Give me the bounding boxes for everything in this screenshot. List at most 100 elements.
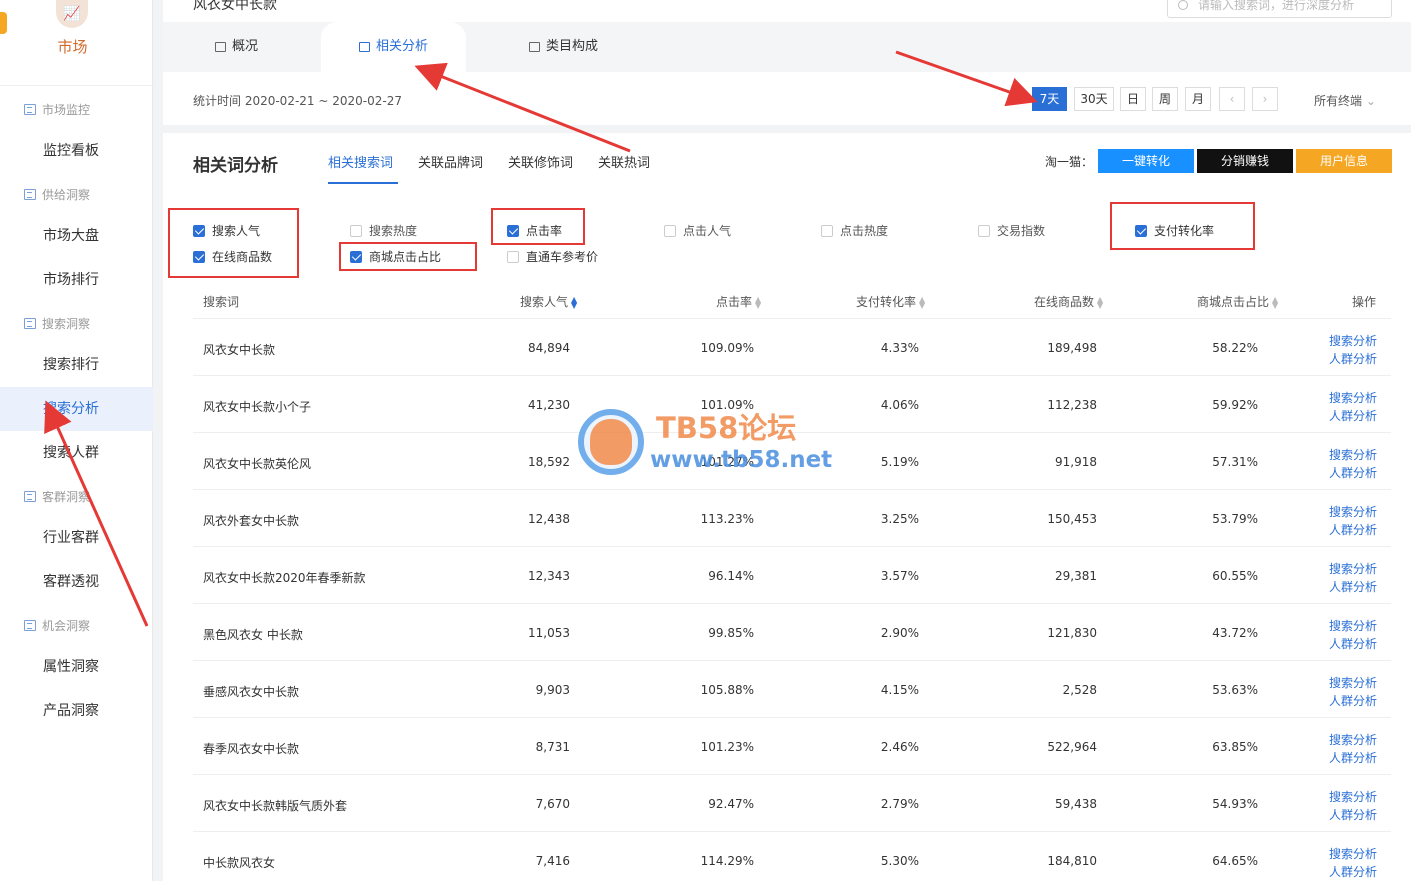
keyword-cell: 春季风衣女中长款	[203, 742, 300, 756]
search-input[interactable]: 请输入搜索词，进行深度分析	[1167, 0, 1392, 18]
sidebar-item-customer-perspective[interactable]: 客群透视	[0, 560, 153, 604]
crowd-analysis-link[interactable]: 人群分析	[1329, 806, 1377, 824]
col-mall-click-share[interactable]: 商城点击占比 ▲ ▼	[1197, 293, 1278, 310]
value-cell: 12,438	[528, 512, 570, 526]
sidebar-item-search-analysis[interactable]: 搜索分析	[0, 387, 153, 431]
col-online-products[interactable]: 在线商品数 ▲ ▼	[1034, 293, 1103, 310]
folder-icon	[359, 42, 370, 52]
checkbox-icon	[350, 224, 362, 237]
crowd-analysis-link[interactable]: 人群分析	[1329, 749, 1377, 767]
value-cell: 7,416	[535, 854, 570, 868]
folder-icon	[215, 42, 226, 52]
search-icon	[1178, 0, 1188, 10]
subtab-related-search[interactable]: 相关搜索词	[328, 152, 393, 171]
checkbox-icon	[507, 250, 519, 263]
table-row: 风衣女中长款 84,894 109.09% 4.33% 189,498 58.22% 搜索分…	[193, 319, 1391, 376]
tab-overview[interactable]: 概况	[215, 22, 258, 72]
sidebar-item-market-rank[interactable]: 市场排行	[0, 258, 153, 302]
sort-icon: ▲ ▼	[755, 294, 762, 310]
value-cell: 4.15%	[880, 683, 919, 697]
sidebar-group-search: 搜索洞察	[24, 315, 90, 332]
value-cell: 53.63%	[1212, 683, 1258, 697]
chevron-down-icon: ⌄	[1365, 94, 1376, 108]
search-analysis-link[interactable]: 搜索分析	[1329, 731, 1377, 749]
sidebar-item-search-crowd[interactable]: 搜索人群	[0, 431, 153, 475]
time-7d-button[interactable]: 7天	[1032, 87, 1067, 111]
metric-trade-index[interactable]: 交易指数	[978, 222, 1045, 239]
hand-icon	[590, 419, 632, 465]
value-cell: 53.79%	[1212, 512, 1258, 526]
table-header: 搜索词 搜索人气 ▲ ▼ 点击率 ▲ ▼ 支付转化率 ▲ ▼ 在线商品数 ▲ ▼ 商城点击占比 ▲…	[193, 285, 1391, 319]
chart-icon	[24, 104, 36, 115]
sidebar-item-market-overview[interactable]: 市场大盘	[0, 214, 153, 258]
crowd-analysis-link[interactable]: 人群分析	[1329, 578, 1377, 596]
sidebar-item-attribute-insight[interactable]: 属性洞察	[0, 645, 153, 689]
user-info-button[interactable]: 用户信息	[1296, 149, 1392, 173]
search-analysis-link[interactable]: 搜索分析	[1329, 503, 1377, 521]
crowd-analysis-link[interactable]: 人群分析	[1329, 464, 1377, 482]
value-cell: 121,830	[1047, 626, 1097, 640]
search-analysis-link[interactable]: 搜索分析	[1329, 332, 1377, 350]
one-click-convert-button[interactable]: 一键转化	[1098, 149, 1194, 173]
metric-click-heat[interactable]: 点击热度	[821, 222, 888, 239]
section-title: 相关词分析	[193, 156, 278, 176]
checkbox-icon	[978, 224, 990, 237]
crowd-analysis-link[interactable]: 人群分析	[1329, 863, 1377, 881]
search-analysis-link[interactable]: 搜索分析	[1329, 845, 1377, 863]
crowd-analysis-link[interactable]: 人群分析	[1329, 407, 1377, 425]
market-chart-icon: 📈	[56, 0, 88, 28]
search-analysis-link[interactable]: 搜索分析	[1329, 617, 1377, 635]
row-actions: 搜索分析 人群分析	[1329, 389, 1377, 425]
annotation-box	[1110, 202, 1255, 250]
sidebar-item-product-insight[interactable]: 产品洞察	[0, 689, 153, 733]
keyword-cell: 风衣女中长款小个子	[203, 400, 312, 414]
annotation-box	[491, 208, 585, 245]
tab-related-analysis[interactable]: 相关分析	[321, 22, 467, 72]
table-row: 中长款风衣女 7,416 114.29% 5.30% 184,810 64.65% 搜索分析…	[193, 832, 1391, 881]
sidebar-item-industry-customer[interactable]: 行业客群	[0, 516, 153, 560]
header-card: 风衣女中长款 请输入搜索词，进行深度分析 概况 相关分析 类目构成 统计时间 2…	[163, 0, 1411, 125]
chart-icon	[24, 620, 36, 631]
value-cell: 18,592	[528, 455, 570, 469]
keyword-cell: 黑色风衣女 中长款	[203, 628, 303, 642]
chevron-left-icon[interactable]: ‹	[1219, 87, 1245, 111]
metric-click-popularity[interactable]: 点击人气	[664, 222, 731, 239]
crowd-analysis-link[interactable]: 人群分析	[1329, 350, 1377, 368]
search-analysis-link[interactable]: 搜索分析	[1329, 788, 1377, 806]
row-actions: 搜索分析 人群分析	[1329, 446, 1377, 482]
col-click-rate[interactable]: 点击率 ▲ ▼	[716, 293, 761, 310]
sidebar-item-monitor-board[interactable]: 监控看板	[0, 129, 153, 173]
tab-category[interactable]: 类目构成	[529, 22, 598, 72]
value-cell: 114.29%	[700, 854, 754, 868]
sidebar-item-search-rank[interactable]: 搜索排行	[0, 343, 153, 387]
search-analysis-link[interactable]: 搜索分析	[1329, 560, 1377, 578]
crowd-analysis-link[interactable]: 人群分析	[1329, 521, 1377, 539]
time-month-button[interactable]: 月	[1185, 87, 1211, 111]
time-30d-button[interactable]: 30天	[1074, 87, 1114, 111]
checkbox-icon	[664, 224, 676, 237]
sidebar-group-monitor: 市场监控	[24, 101, 90, 118]
device-select[interactable]: 所有终端 ⌄	[1314, 92, 1376, 109]
annotation-box	[168, 208, 299, 278]
annotation-box	[339, 242, 477, 271]
col-pay-conversion[interactable]: 支付转化率 ▲ ▼	[856, 293, 925, 310]
time-week-button[interactable]: 周	[1152, 87, 1178, 111]
metric-ztc-price[interactable]: 直通车参考价	[507, 248, 598, 265]
collapse-tab[interactable]	[0, 12, 7, 34]
time-day-button[interactable]: 日	[1120, 87, 1146, 111]
subtab-brand[interactable]: 关联品牌词	[418, 152, 483, 171]
stat-time: 统计时间 2020-02-21 ~ 2020-02-27	[193, 94, 402, 108]
crowd-analysis-link[interactable]: 人群分析	[1329, 635, 1377, 653]
tabs-bar: 概况 相关分析 类目构成	[163, 22, 1411, 72]
distribution-button[interactable]: 分销赚钱	[1197, 149, 1293, 173]
search-analysis-link[interactable]: 搜索分析	[1329, 446, 1377, 464]
search-analysis-link[interactable]: 搜索分析	[1329, 389, 1377, 407]
chevron-right-icon[interactable]: ›	[1252, 87, 1278, 111]
col-search-popularity[interactable]: 搜索人气 ▲ ▼	[520, 293, 577, 310]
subtab-modifier[interactable]: 关联修饰词	[508, 152, 573, 171]
subtab-hot[interactable]: 关联热词	[598, 152, 650, 171]
metric-search-heat[interactable]: 搜索热度	[350, 222, 417, 239]
search-analysis-link[interactable]: 搜索分析	[1329, 674, 1377, 692]
sidebar: 📈 市场 市场监控 监控看板 供给洞察 市场大盘 市场排行 搜索洞察 搜索排行 …	[0, 0, 153, 881]
crowd-analysis-link[interactable]: 人群分析	[1329, 692, 1377, 710]
